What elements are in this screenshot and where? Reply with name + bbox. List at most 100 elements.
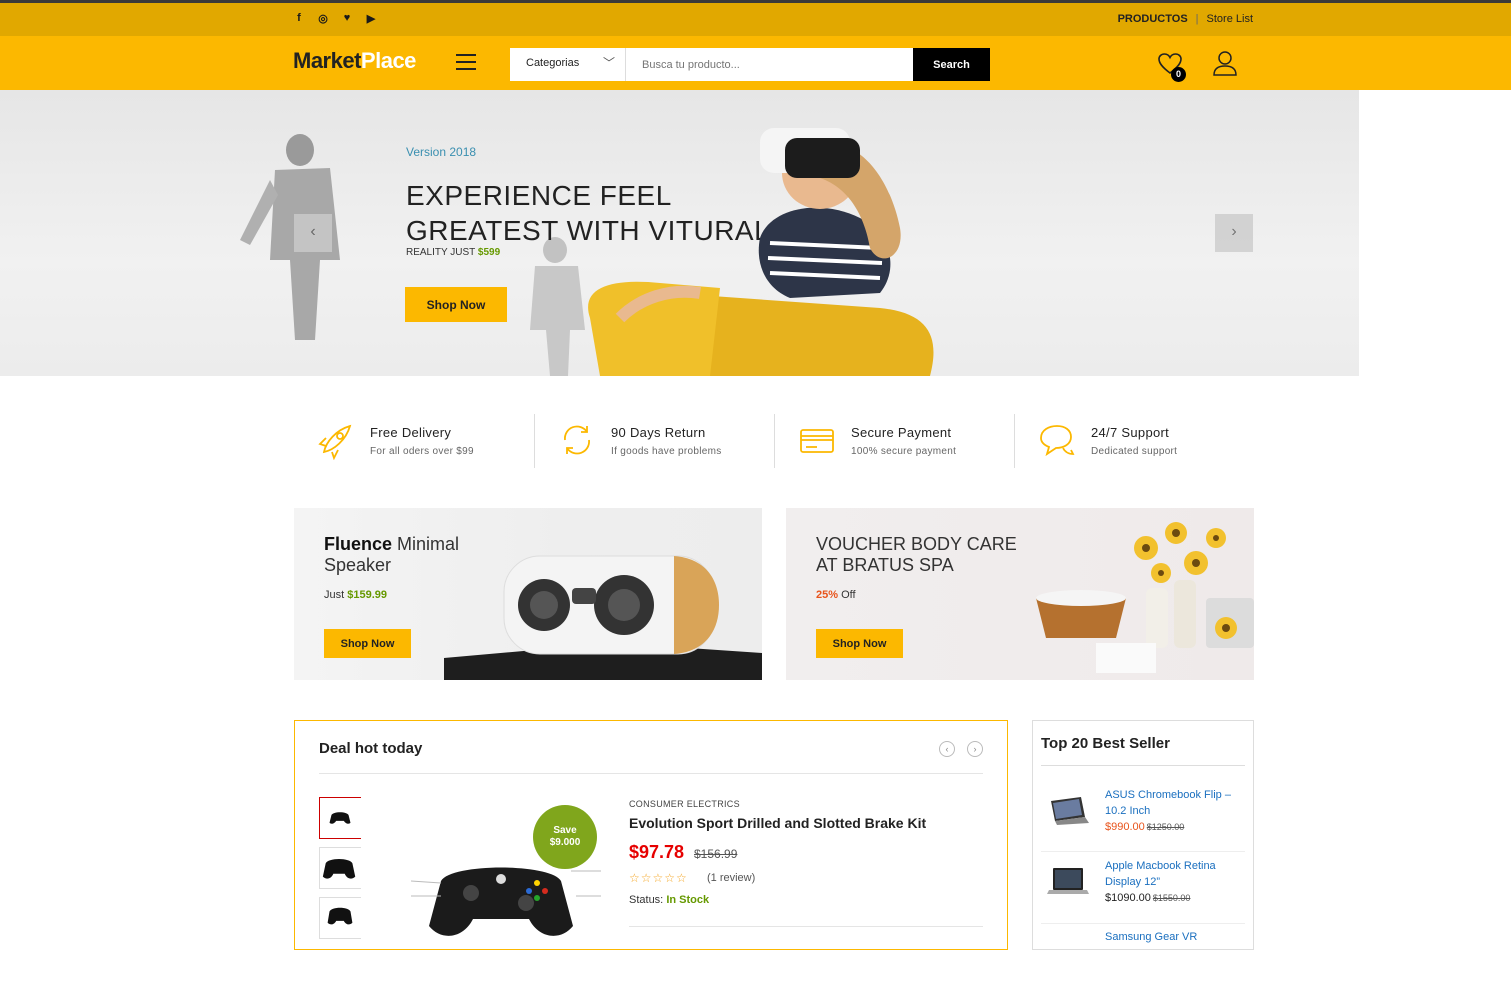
promo-discount: 25%	[816, 589, 839, 601]
feature-support: 24/7 Support Dedicated support	[1014, 414, 1254, 468]
deal-section-title: Deal hot today	[319, 740, 423, 757]
best-seller-title: Top 20 Best Seller	[1041, 735, 1170, 752]
product-thumbnail[interactable]	[319, 797, 361, 839]
promo-sub-prefix: Just	[324, 589, 345, 601]
hero-subtitle-prefix: REALITY JUST	[406, 247, 476, 258]
feature-free-delivery: Free Delivery For all oders over $99	[294, 414, 534, 468]
search-bar: Categorias ﹀ Search	[510, 48, 990, 81]
best-seller-price: $990.00 $1250.00	[1105, 821, 1184, 833]
best-seller-name[interactable]: ASUS Chromebook Flip – 10.2 Inch	[1105, 787, 1245, 819]
chromebook-image	[1051, 797, 1089, 825]
features-row: Free Delivery For all oders over $99 90 D…	[294, 414, 1254, 468]
promo-title: Fluence Minimal Speaker	[324, 534, 459, 576]
chat-icon	[1040, 425, 1075, 457]
top-bar: f ◎ ♥ ▶ PRODUCTOS | Store List	[0, 3, 1511, 36]
instagram-icon[interactable]: ◎	[316, 12, 330, 25]
deal-hot-today-section: Deal hot today ‹ › Save $9.000 CONSUMER E…	[294, 720, 1008, 950]
feature-90-days-return: 90 Days Return If goods have problems	[534, 414, 774, 468]
feature-title: Free Delivery	[370, 425, 452, 440]
best-seller-name[interactable]: Apple Macbook Retina Display 12”	[1105, 858, 1245, 890]
status-value: In Stock	[666, 894, 710, 906]
divider	[1041, 923, 1245, 924]
user-account-icon[interactable]	[1213, 50, 1237, 81]
best-seller-item[interactable]: Apple Macbook Retina Display 12” $1090.0…	[1041, 858, 1245, 924]
spa-products-image	[1036, 522, 1254, 673]
save-value: $9.000	[549, 837, 581, 848]
hero-version-label: Version 2018	[406, 145, 477, 159]
review-count[interactable]: (1 review)	[707, 872, 755, 884]
hero-prev-arrow[interactable]: ‹	[294, 214, 332, 252]
product-category[interactable]: CONSUMER ELECTRICS	[629, 799, 740, 809]
best-seller-sale-price: $990.00	[1105, 821, 1145, 833]
promo-subtitle: 25% Off	[816, 589, 856, 601]
hero-subtitle: REALITY JUST $599	[406, 247, 500, 258]
divider	[319, 773, 983, 774]
promo-shop-now-button[interactable]: Shop Now	[324, 629, 411, 658]
feature-title: 24/7 Support	[1091, 425, 1170, 440]
deal-prev-button[interactable]: ‹	[939, 741, 955, 757]
feature-subtitle: Dedicated support	[1091, 446, 1178, 457]
product-thumbnail[interactable]	[319, 897, 361, 939]
best-seller-regular-price: $1090.00	[1105, 892, 1151, 904]
speaker-image	[444, 555, 762, 680]
category-select-label: Categorias	[526, 57, 580, 69]
category-select[interactable]: Categorias ﹀	[510, 48, 626, 81]
youtube-icon[interactable]: ▶	[364, 12, 378, 25]
save-badge: Save $9.000	[533, 805, 597, 869]
hero-right-blank	[1359, 90, 1511, 376]
promo-speaker-banner[interactable]: Fluence Minimal Speaker Just $159.99 Shop…	[294, 508, 762, 680]
hero-vr-woman-image	[588, 128, 934, 376]
best-seller-section: Top 20 Best Seller ASUS Chromebook Flip …	[1032, 720, 1254, 950]
top-links: PRODUCTOS | Store List	[1118, 13, 1253, 25]
logo-place: Place	[360, 48, 417, 73]
hero-next-arrow[interactable]: ›	[1215, 214, 1253, 252]
promo-title: VOUCHER BODY CARE AT BRATUS SPA	[816, 534, 1017, 576]
save-label: Save	[553, 825, 577, 836]
social-links: f ◎ ♥ ▶	[292, 12, 378, 25]
twitter-icon[interactable]: ♥	[340, 12, 354, 25]
product-price: $97.78	[629, 842, 685, 862]
hero-price: $599	[477, 247, 501, 258]
site-logo[interactable]: MarketPlace	[293, 48, 416, 74]
promo-price: $159.99	[347, 589, 388, 601]
promo-shop-now-button[interactable]: Shop Now	[816, 629, 903, 658]
hero-shop-now-button[interactable]: Shop Now	[405, 287, 507, 322]
menu-icon[interactable]	[456, 54, 476, 75]
macbook-image	[1047, 868, 1089, 894]
best-seller-item[interactable]: ASUS Chromebook Flip – 10.2 Inch $990.00…	[1041, 787, 1245, 853]
divider	[1041, 851, 1245, 852]
deal-next-button[interactable]: ›	[967, 741, 983, 757]
product-thumbnail[interactable]	[319, 847, 361, 889]
store-list-link[interactable]: Store List	[1207, 13, 1253, 25]
product-old-price: $156.99	[694, 847, 738, 861]
promo-sub-suffix: Off	[841, 589, 856, 601]
promo-subtitle: Just $159.99	[324, 589, 387, 601]
best-seller-price: $1090.00 $1550.00	[1105, 892, 1190, 904]
feature-subtitle: 100% secure payment	[851, 446, 957, 457]
feature-subtitle: For all oders over $99	[370, 446, 474, 457]
refresh-icon	[564, 425, 590, 455]
product-name[interactable]: Evolution Sport Drilled and Slotted Brak…	[629, 815, 926, 831]
product-status: Status: In Stock	[629, 894, 709, 906]
rating-stars: ☆☆☆☆☆	[629, 871, 688, 885]
best-seller-old-price: $1250.00	[1146, 822, 1185, 832]
search-input[interactable]	[626, 48, 913, 81]
logo-market: Market	[293, 48, 361, 73]
hero-slider: Version 2018 EXPERIENCE FEEL GREATEST WI…	[0, 90, 1511, 376]
best-seller-name[interactable]: Samsung Gear VR	[1105, 929, 1245, 945]
promo-title-line2: Speaker	[324, 555, 392, 575]
link-separator: |	[1195, 13, 1199, 25]
best-seller-item[interactable]: Samsung Gear VR	[1041, 929, 1245, 995]
deal-navigation: ‹ ›	[939, 741, 983, 757]
promo-title-bold: Fluence	[324, 534, 393, 554]
main-header: MarketPlace Categorias ﹀ Search 0	[0, 36, 1511, 90]
promo-title-line2: AT BRATUS SPA	[816, 555, 954, 575]
chevron-down-icon: ﹀	[602, 56, 615, 70]
divider	[629, 926, 983, 927]
facebook-icon[interactable]: f	[292, 12, 306, 25]
search-button[interactable]: Search	[913, 48, 990, 81]
feature-title: Secure Payment	[851, 425, 952, 440]
divider	[1041, 765, 1245, 766]
promo-spa-banner[interactable]: VOUCHER BODY CARE AT BRATUS SPA 25% Off S…	[786, 508, 1254, 680]
productos-link[interactable]: PRODUCTOS	[1118, 13, 1188, 25]
